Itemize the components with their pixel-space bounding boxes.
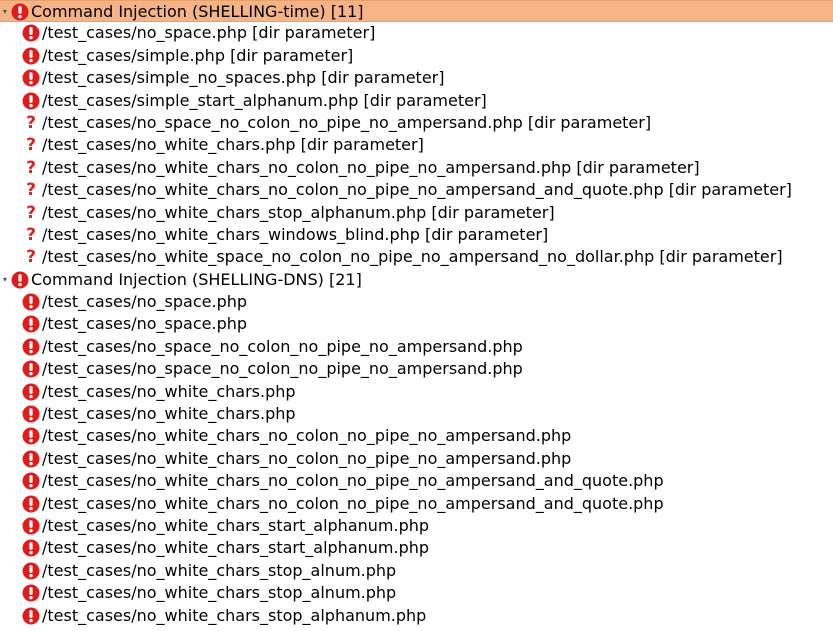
issue-item-row[interactable]: ? /test_cases/no_white_chars_no_colon_no_… <box>0 179 833 201</box>
question-mark-icon: ? <box>26 180 36 201</box>
issue-group-title: Command Injection (SHELLING-time) [11] <box>31 2 364 21</box>
exclamation-circle-icon <box>22 495 40 513</box>
exclamation-circle-icon <box>11 3 29 21</box>
issue-group-row[interactable]: ▾ Command Injection (SHELLING-DNS) [21] <box>0 269 833 291</box>
question-mark-icon: ? <box>26 112 36 133</box>
issue-item-path: /test_cases/no_white_chars_stop_alnum.ph… <box>42 583 397 603</box>
issue-item-path: /test_cases/no_white_chars_start_alphanu… <box>42 515 430 535</box>
exclamation-circle-icon <box>22 293 40 311</box>
question-mark-icon: ? <box>26 247 36 268</box>
issue-item-row[interactable]: /test_cases/no_white_chars_no_colon_no_p… <box>0 493 833 515</box>
issue-item-path: /test_cases/no_white_chars_no_colon_no_p… <box>42 426 572 446</box>
expanded-triangle-icon[interactable]: ▾ <box>1 269 9 291</box>
issue-item-path: /test_cases/no_white_chars.php <box>42 381 296 401</box>
issue-item-row[interactable]: /test_cases/no_white_chars.php <box>0 403 833 425</box>
issue-item-row[interactable]: ? /test_cases/no_white_chars_no_colon_no_… <box>0 157 833 179</box>
issue-group-row[interactable]: ▾ Command Injection (SHELLING-time) [11] <box>0 0 833 23</box>
exclamation-circle-icon <box>22 450 40 468</box>
issues-tree: ▾ Command Injection (SHELLING-time) [11] /… <box>0 0 833 627</box>
issue-item-path: /test_cases/no_space.php <box>42 292 248 312</box>
issue-item-path: /test_cases/no_white_chars_no_colon_no_p… <box>42 180 792 200</box>
issue-item-row[interactable]: /test_cases/no_white_chars_no_colon_no_p… <box>0 425 833 447</box>
exclamation-circle-icon <box>22 472 40 490</box>
issue-item-path: /test_cases/simple.php [dir parameter] <box>42 45 354 65</box>
issue-item-row[interactable]: /test_cases/simple_no_spaces.php [dir pa… <box>0 67 833 89</box>
question-mark-icon: ? <box>26 224 36 245</box>
issue-item-path: /test_cases/no_white_chars_stop_alphanum… <box>42 202 555 222</box>
issue-item-path: /test_cases/no_white_chars_stop_alphanum… <box>42 605 427 625</box>
issue-item-path: /test_cases/no_white_chars_stop_alnum.ph… <box>42 560 397 580</box>
exclamation-circle-icon <box>22 338 40 356</box>
issue-item-row[interactable]: /test_cases/no_space.php <box>0 291 833 313</box>
issue-item-row[interactable]: /test_cases/no_white_chars_start_alphanu… <box>0 537 833 559</box>
issue-item-row[interactable]: /test_cases/no_white_chars_stop_alnum.ph… <box>0 560 833 582</box>
issue-item-row[interactable]: /test_cases/no_white_chars.php <box>0 381 833 403</box>
issue-item-row[interactable]: ? /test_cases/no_white_space_no_colon_no_… <box>0 246 833 268</box>
issue-item-path: /test_cases/simple_start_alphanum.php [d… <box>42 90 487 110</box>
exclamation-circle-icon <box>22 405 40 423</box>
issue-item-path: /test_cases/no_white_chars_start_alphanu… <box>42 538 430 558</box>
exclamation-circle-icon <box>22 92 40 110</box>
issue-item-path: /test_cases/no_space_no_colon_no_pipe_no… <box>42 359 523 379</box>
exclamation-circle-icon <box>22 383 40 401</box>
issue-item-path: /test_cases/no_white_chars_windows_blind… <box>42 224 549 244</box>
question-mark-icon: ? <box>26 157 36 178</box>
issue-item-path: /test_cases/no_space_no_colon_no_pipe_no… <box>42 336 523 356</box>
exclamation-circle-icon <box>22 539 40 557</box>
issue-item-path: /test_cases/no_space_no_colon_no_pipe_no… <box>42 112 652 132</box>
issue-item-path: /test_cases/no_space.php <box>42 314 248 334</box>
issue-item-row[interactable]: /test_cases/no_white_chars_no_colon_no_p… <box>0 448 833 470</box>
issue-item-row[interactable]: /test_cases/simple.php [dir parameter] <box>0 45 833 67</box>
issue-item-row[interactable]: /test_cases/no_white_chars_stop_alphanum… <box>0 605 833 627</box>
expanded-triangle-icon[interactable]: ▾ <box>1 1 9 23</box>
issue-item-row[interactable]: ? /test_cases/no_white_chars_stop_alphanu… <box>0 202 833 224</box>
issue-item-row[interactable]: /test_cases/no_white_chars_no_colon_no_p… <box>0 470 833 492</box>
issue-item-row[interactable]: /test_cases/no_white_chars_start_alphanu… <box>0 515 833 537</box>
exclamation-circle-icon <box>22 360 40 378</box>
exclamation-circle-icon <box>22 315 40 333</box>
exclamation-circle-icon <box>22 24 40 42</box>
issue-group-title: Command Injection (SHELLING-DNS) [21] <box>31 269 362 289</box>
issue-item-row[interactable]: ? /test_cases/no_white_chars.php [dir par… <box>0 134 833 156</box>
issue-item-row[interactable]: ? /test_cases/no_space_no_colon_no_pipe_n… <box>0 112 833 134</box>
exclamation-circle-icon <box>22 562 40 580</box>
exclamation-circle-icon <box>22 47 40 65</box>
issue-item-path: /test_cases/no_white_chars.php [dir para… <box>42 135 424 155</box>
exclamation-circle-icon <box>22 607 40 625</box>
issue-item-row[interactable]: ? /test_cases/no_white_chars_windows_blin… <box>0 224 833 246</box>
exclamation-circle-icon <box>22 69 40 87</box>
issue-item-path: /test_cases/no_white_chars.php <box>42 404 296 424</box>
issue-item-row[interactable]: /test_cases/no_space.php [dir parameter] <box>0 22 833 44</box>
question-mark-icon: ? <box>26 135 36 156</box>
issue-item-row[interactable]: /test_cases/no_space_no_colon_no_pipe_no… <box>0 336 833 358</box>
issue-item-path: /test_cases/no_white_chars_no_colon_no_p… <box>42 448 572 468</box>
issue-item-path: /test_cases/no_white_chars_no_colon_no_p… <box>42 157 700 177</box>
exclamation-circle-icon <box>22 517 40 535</box>
issue-item-row[interactable]: /test_cases/simple_start_alphanum.php [d… <box>0 90 833 112</box>
issue-item-path: /test_cases/no_white_space_no_colon_no_p… <box>42 247 783 267</box>
exclamation-circle-icon <box>22 584 40 602</box>
issue-item-row[interactable]: /test_cases/no_space.php <box>0 313 833 335</box>
issue-item-path: /test_cases/no_space.php [dir parameter] <box>42 23 376 43</box>
issue-item-path: /test_cases/no_white_chars_no_colon_no_p… <box>42 471 664 491</box>
issue-item-row[interactable]: /test_cases/no_space_no_colon_no_pipe_no… <box>0 358 833 380</box>
exclamation-circle-icon <box>11 271 29 289</box>
issue-item-path: /test_cases/no_white_chars_no_colon_no_p… <box>42 493 664 513</box>
question-mark-icon: ? <box>26 202 36 223</box>
issue-item-path: /test_cases/simple_no_spaces.php [dir pa… <box>42 68 445 88</box>
issue-item-row[interactable]: /test_cases/no_white_chars_stop_alnum.ph… <box>0 582 833 604</box>
exclamation-circle-icon <box>22 427 40 445</box>
